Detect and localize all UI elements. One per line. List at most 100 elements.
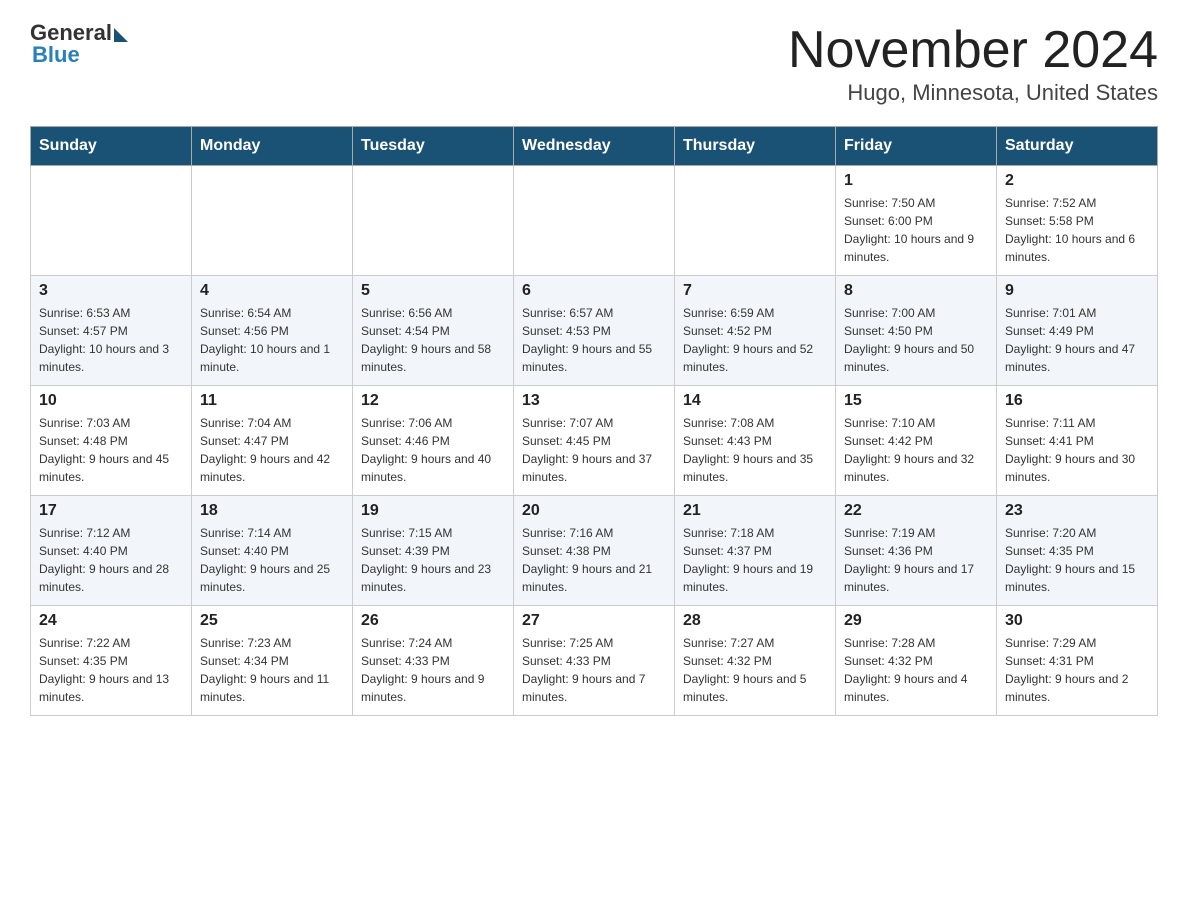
day-info: Sunrise: 7:23 AM Sunset: 4:34 PM Dayligh…	[200, 634, 344, 706]
calendar-cell: 8Sunrise: 7:00 AM Sunset: 4:50 PM Daylig…	[836, 276, 997, 386]
day-info: Sunrise: 7:12 AM Sunset: 4:40 PM Dayligh…	[39, 524, 183, 596]
page-header: General Blue November 2024 Hugo, Minneso…	[30, 20, 1158, 106]
day-number: 6	[522, 282, 666, 300]
day-number: 25	[200, 612, 344, 630]
day-info: Sunrise: 7:29 AM Sunset: 4:31 PM Dayligh…	[1005, 634, 1149, 706]
calendar-cell: 20 Sunrise: 7:16 AM Sunset: 4:38 PM Dayli…	[514, 496, 675, 606]
day-info: Sunrise: 6:53 AM Sunset: 4:57 PM Dayligh…	[39, 304, 183, 376]
weekday-header-wednesday: Wednesday	[514, 127, 675, 166]
calendar-cell: 28Sunrise: 7:27 AM Sunset: 4:32 PM Dayli…	[675, 606, 836, 716]
calendar-cell: 30 Sunrise: 7:29 AM Sunset: 4:31 PM Dayli…	[997, 606, 1158, 716]
day-info: Sunrise: 7:06 AM Sunset: 4:46 PM Dayligh…	[361, 414, 505, 486]
day-number: 1	[844, 172, 988, 190]
logo-blue-text: Blue	[32, 42, 80, 68]
calendar-cell: 3 Sunrise: 6:53 AM Sunset: 4:57 PM Daylig…	[31, 276, 192, 386]
title-section: November 2024 Hugo, Minnesota, United St…	[788, 20, 1158, 106]
day-info: Sunrise: 6:56 AM Sunset: 4:54 PM Dayligh…	[361, 304, 505, 376]
month-title: November 2024	[788, 20, 1158, 80]
day-number: 17	[39, 502, 183, 520]
calendar-cell: 13 Sunrise: 7:07 AM Sunset: 4:45 PM Dayli…	[514, 386, 675, 496]
day-info: Sunrise: 7:50 AM Sunset: 6:00 PM Dayligh…	[844, 194, 988, 266]
day-info: Sunrise: 7:52 AM Sunset: 5:58 PM Dayligh…	[1005, 194, 1149, 266]
calendar-cell: 7 Sunrise: 6:59 AM Sunset: 4:52 PM Daylig…	[675, 276, 836, 386]
location-title: Hugo, Minnesota, United States	[788, 80, 1158, 106]
day-info: Sunrise: 7:11 AM Sunset: 4:41 PM Dayligh…	[1005, 414, 1149, 486]
day-number: 5	[361, 282, 505, 300]
calendar-week-row: 17 Sunrise: 7:12 AM Sunset: 4:40 PM Dayli…	[31, 496, 1158, 606]
day-info: Sunrise: 7:18 AM Sunset: 4:37 PM Dayligh…	[683, 524, 827, 596]
day-number: 19	[361, 502, 505, 520]
day-number: 8	[844, 282, 988, 300]
calendar-cell: 19 Sunrise: 7:15 AM Sunset: 4:39 PM Dayli…	[353, 496, 514, 606]
calendar-cell: 17 Sunrise: 7:12 AM Sunset: 4:40 PM Dayli…	[31, 496, 192, 606]
day-number: 4	[200, 282, 344, 300]
calendar-cell: 5 Sunrise: 6:56 AM Sunset: 4:54 PM Daylig…	[353, 276, 514, 386]
day-info: Sunrise: 7:08 AM Sunset: 4:43 PM Dayligh…	[683, 414, 827, 486]
calendar-cell: 2 Sunrise: 7:52 AM Sunset: 5:58 PM Daylig…	[997, 166, 1158, 276]
calendar-cell: 26 Sunrise: 7:24 AM Sunset: 4:33 PM Dayli…	[353, 606, 514, 716]
calendar-cell: 18 Sunrise: 7:14 AM Sunset: 4:40 PM Dayli…	[192, 496, 353, 606]
calendar-week-row: 1 Sunrise: 7:50 AM Sunset: 6:00 PM Daylig…	[31, 166, 1158, 276]
calendar-cell: 21Sunrise: 7:18 AM Sunset: 4:37 PM Dayli…	[675, 496, 836, 606]
day-info: Sunrise: 7:28 AM Sunset: 4:32 PM Dayligh…	[844, 634, 988, 706]
weekday-header-tuesday: Tuesday	[353, 127, 514, 166]
day-info: Sunrise: 7:03 AM Sunset: 4:48 PM Dayligh…	[39, 414, 183, 486]
day-info: Sunrise: 7:20 AM Sunset: 4:35 PM Dayligh…	[1005, 524, 1149, 596]
weekday-header-friday: Friday	[836, 127, 997, 166]
logo-triangle-icon	[114, 28, 128, 42]
calendar-cell	[353, 166, 514, 276]
calendar-cell: 11Sunrise: 7:04 AM Sunset: 4:47 PM Dayli…	[192, 386, 353, 496]
day-info: Sunrise: 7:27 AM Sunset: 4:32 PM Dayligh…	[683, 634, 827, 706]
day-info: Sunrise: 6:57 AM Sunset: 4:53 PM Dayligh…	[522, 304, 666, 376]
day-number: 27	[522, 612, 666, 630]
day-number: 18	[200, 502, 344, 520]
day-number: 2	[1005, 172, 1149, 190]
day-info: Sunrise: 7:01 AM Sunset: 4:49 PM Dayligh…	[1005, 304, 1149, 376]
calendar-cell: 10Sunrise: 7:03 AM Sunset: 4:48 PM Dayli…	[31, 386, 192, 496]
calendar-cell	[192, 166, 353, 276]
day-info: Sunrise: 7:15 AM Sunset: 4:39 PM Dayligh…	[361, 524, 505, 596]
weekday-header-row: SundayMondayTuesdayWednesdayThursdayFrid…	[31, 127, 1158, 166]
calendar-cell: 27Sunrise: 7:25 AM Sunset: 4:33 PM Dayli…	[514, 606, 675, 716]
day-number: 14	[683, 392, 827, 410]
day-number: 13	[522, 392, 666, 410]
calendar-cell: 14 Sunrise: 7:08 AM Sunset: 4:43 PM Dayli…	[675, 386, 836, 496]
calendar-cell: 16 Sunrise: 7:11 AM Sunset: 4:41 PM Dayli…	[997, 386, 1158, 496]
calendar-week-row: 3 Sunrise: 6:53 AM Sunset: 4:57 PM Daylig…	[31, 276, 1158, 386]
day-info: Sunrise: 7:19 AM Sunset: 4:36 PM Dayligh…	[844, 524, 988, 596]
day-number: 15	[844, 392, 988, 410]
calendar-cell: 4Sunrise: 6:54 AM Sunset: 4:56 PM Daylig…	[192, 276, 353, 386]
day-number: 3	[39, 282, 183, 300]
day-info: Sunrise: 7:07 AM Sunset: 4:45 PM Dayligh…	[522, 414, 666, 486]
calendar-cell: 1 Sunrise: 7:50 AM Sunset: 6:00 PM Daylig…	[836, 166, 997, 276]
day-info: Sunrise: 6:59 AM Sunset: 4:52 PM Dayligh…	[683, 304, 827, 376]
day-info: Sunrise: 7:10 AM Sunset: 4:42 PM Dayligh…	[844, 414, 988, 486]
day-number: 26	[361, 612, 505, 630]
calendar-cell	[514, 166, 675, 276]
day-info: Sunrise: 7:14 AM Sunset: 4:40 PM Dayligh…	[200, 524, 344, 596]
day-number: 12	[361, 392, 505, 410]
day-info: Sunrise: 7:16 AM Sunset: 4:38 PM Dayligh…	[522, 524, 666, 596]
day-number: 11	[200, 392, 344, 410]
calendar-cell	[675, 166, 836, 276]
calendar-cell	[31, 166, 192, 276]
calendar-cell: 29Sunrise: 7:28 AM Sunset: 4:32 PM Dayli…	[836, 606, 997, 716]
day-number: 30	[1005, 612, 1149, 630]
weekday-header-thursday: Thursday	[675, 127, 836, 166]
calendar-cell: 23Sunrise: 7:20 AM Sunset: 4:35 PM Dayli…	[997, 496, 1158, 606]
day-number: 9	[1005, 282, 1149, 300]
day-number: 20	[522, 502, 666, 520]
day-number: 7	[683, 282, 827, 300]
calendar-cell: 22 Sunrise: 7:19 AM Sunset: 4:36 PM Dayli…	[836, 496, 997, 606]
day-number: 24	[39, 612, 183, 630]
weekday-header-sunday: Sunday	[31, 127, 192, 166]
calendar-cell: 15 Sunrise: 7:10 AM Sunset: 4:42 PM Dayli…	[836, 386, 997, 496]
day-info: Sunrise: 7:24 AM Sunset: 4:33 PM Dayligh…	[361, 634, 505, 706]
calendar-table: SundayMondayTuesdayWednesdayThursdayFrid…	[30, 126, 1158, 716]
calendar-week-row: 10Sunrise: 7:03 AM Sunset: 4:48 PM Dayli…	[31, 386, 1158, 496]
calendar-cell: 24Sunrise: 7:22 AM Sunset: 4:35 PM Dayli…	[31, 606, 192, 716]
day-number: 16	[1005, 392, 1149, 410]
calendar-week-row: 24Sunrise: 7:22 AM Sunset: 4:35 PM Dayli…	[31, 606, 1158, 716]
day-number: 22	[844, 502, 988, 520]
calendar-cell: 25 Sunrise: 7:23 AM Sunset: 4:34 PM Dayli…	[192, 606, 353, 716]
